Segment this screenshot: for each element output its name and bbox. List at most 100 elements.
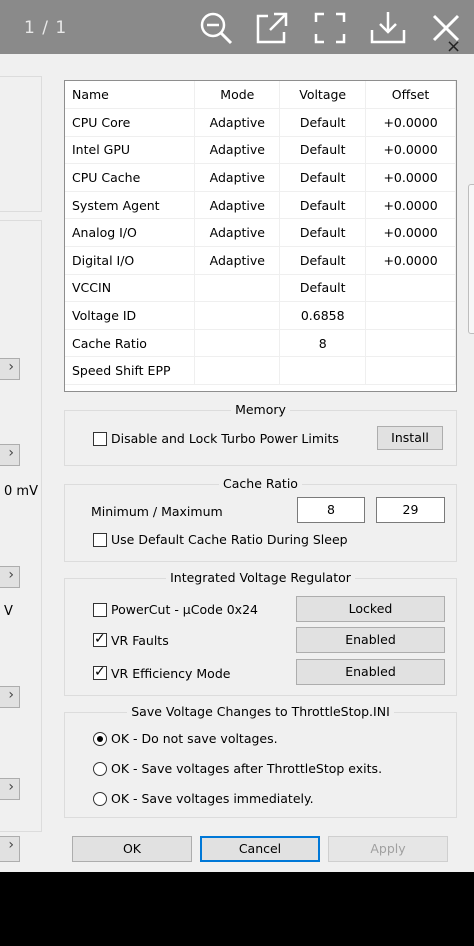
powercut-label: PowerCut - µCode 0x24 bbox=[111, 602, 258, 617]
voltage-table: Name Mode Voltage Offset CPU Core Adaptiv… bbox=[64, 80, 457, 392]
page-count: 1 / 1 bbox=[24, 18, 68, 38]
memory-group-title: Memory bbox=[231, 402, 290, 417]
table-row[interactable]: System Agent Adaptive Default +0.0000 bbox=[65, 191, 456, 220]
column-header-mode[interactable]: Mode bbox=[194, 81, 281, 110]
voltage-settings-window: × 0 mV V Name Mode Voltage Offset CPU Co… bbox=[0, 36, 474, 872]
cell-offset bbox=[365, 301, 456, 330]
left-stepper-button-2[interactable] bbox=[0, 444, 20, 466]
cache-ratio-group-title: Cache Ratio bbox=[219, 476, 302, 491]
cell-voltage bbox=[279, 356, 367, 386]
cell-name: Cache Ratio bbox=[65, 329, 196, 358]
cell-mode: Adaptive bbox=[194, 108, 281, 137]
cell-mode bbox=[194, 301, 281, 330]
cell-offset: +0.0000 bbox=[365, 136, 456, 165]
table-header-row: Name Mode Voltage Offset bbox=[65, 81, 456, 110]
table-row[interactable]: VCCIN Default bbox=[65, 274, 456, 303]
cell-name: CPU Cache bbox=[65, 163, 196, 192]
integrated-voltage-regulator-group: Integrated Voltage Regulator PowerCut - … bbox=[64, 570, 457, 696]
cache-ratio-min-input[interactable]: 8 bbox=[297, 497, 365, 523]
viewer-toolbar: 1 / 1 bbox=[0, 0, 474, 54]
cell-mode bbox=[194, 274, 281, 303]
vr-faults-status-button[interactable]: Enabled bbox=[296, 627, 445, 653]
cancel-button[interactable]: Cancel bbox=[200, 836, 320, 862]
cell-mode: Adaptive bbox=[194, 246, 281, 275]
column-header-name[interactable]: Name bbox=[65, 81, 196, 110]
cell-name: VCCIN bbox=[65, 274, 196, 303]
open-external-icon[interactable] bbox=[252, 8, 292, 48]
powercut-status-button[interactable]: Locked bbox=[296, 596, 445, 622]
cell-voltage: Default bbox=[279, 274, 367, 303]
disable-lock-turbo-label: Disable and Lock Turbo Power Limits bbox=[111, 431, 339, 446]
memory-group: Memory Disable and Lock Turbo Power Limi… bbox=[64, 402, 457, 466]
cell-voltage: Default bbox=[279, 218, 367, 248]
column-header-offset[interactable]: Offset bbox=[365, 81, 456, 110]
table-row[interactable]: CPU Core Adaptive Default +0.0000 bbox=[65, 108, 456, 137]
ok-button[interactable]: OK bbox=[72, 836, 192, 862]
cell-offset bbox=[365, 329, 456, 358]
table-row[interactable]: Digital I/O Adaptive Default +0.0000 bbox=[65, 246, 456, 275]
cell-mode: Adaptive bbox=[194, 163, 281, 192]
table-row[interactable]: Cache Ratio 8 bbox=[65, 329, 456, 358]
table-row[interactable]: Analog I/O Adaptive Default +0.0000 bbox=[65, 218, 456, 248]
table-row[interactable]: CPU Cache Adaptive Default +0.0000 bbox=[65, 163, 456, 192]
cell-offset: +0.0000 bbox=[365, 246, 456, 275]
use-default-cache-ratio-checkbox[interactable] bbox=[93, 533, 107, 547]
cell-offset: +0.0000 bbox=[365, 218, 456, 248]
save-option-label-2: OK - Save voltages immediately. bbox=[111, 791, 314, 806]
cell-offset: +0.0000 bbox=[365, 191, 456, 220]
vr-efficiency-status-button[interactable]: Enabled bbox=[296, 659, 445, 685]
cell-voltage: Default bbox=[279, 163, 367, 192]
fullscreen-icon[interactable] bbox=[310, 8, 350, 48]
cell-voltage: Default bbox=[279, 108, 367, 137]
cell-mode: Adaptive bbox=[194, 136, 281, 165]
left-stepper-button-3[interactable] bbox=[0, 566, 20, 588]
column-header-voltage[interactable]: Voltage bbox=[279, 81, 367, 110]
table-row[interactable]: Voltage ID 0.6858 bbox=[65, 301, 456, 330]
cell-offset bbox=[365, 356, 456, 386]
apply-button[interactable]: Apply bbox=[328, 836, 448, 862]
left-stepper-button-1[interactable] bbox=[0, 358, 20, 380]
cache-ratio-group: Cache Ratio Minimum / Maximum 8 29 Use D… bbox=[64, 476, 457, 562]
save-option-radio-1[interactable] bbox=[93, 762, 107, 776]
cell-voltage: Default bbox=[279, 136, 367, 165]
cell-name: Speed Shift EPP bbox=[65, 356, 196, 386]
download-icon[interactable] bbox=[368, 8, 408, 48]
cell-name: Intel GPU bbox=[65, 136, 196, 165]
cell-offset bbox=[365, 274, 456, 303]
table-row[interactable]: Intel GPU Adaptive Default +0.0000 bbox=[65, 136, 456, 165]
vr-faults-checkbox[interactable] bbox=[93, 631, 107, 647]
left-v-label: V bbox=[4, 604, 13, 619]
min-max-label: Minimum / Maximum bbox=[91, 504, 223, 519]
cell-offset: +0.0000 bbox=[365, 163, 456, 192]
cell-offset: +0.0000 bbox=[365, 108, 456, 137]
powercut-checkbox[interactable] bbox=[93, 603, 107, 617]
vr-efficiency-checkbox[interactable] bbox=[93, 664, 107, 680]
cache-ratio-max-input[interactable]: 29 bbox=[376, 497, 445, 523]
save-option-radio-2[interactable] bbox=[93, 792, 107, 806]
cell-mode: Adaptive bbox=[194, 191, 281, 220]
window-close-button[interactable]: × bbox=[446, 36, 461, 57]
disable-lock-turbo-checkbox[interactable] bbox=[93, 432, 107, 446]
zoom-out-icon[interactable] bbox=[196, 8, 236, 48]
save-group-title: Save Voltage Changes to ThrottleStop.INI bbox=[127, 704, 394, 719]
left-panel-fragment-top bbox=[0, 76, 42, 212]
left-stepper-button-4[interactable] bbox=[0, 686, 20, 708]
cell-mode bbox=[194, 356, 281, 386]
cell-mode bbox=[194, 329, 281, 358]
left-panel-fragment bbox=[0, 220, 42, 832]
save-option-radio-0[interactable] bbox=[93, 732, 107, 746]
scrollbar-thumb[interactable] bbox=[468, 184, 474, 334]
vr-faults-label: VR Faults bbox=[111, 633, 169, 648]
cell-name: CPU Core bbox=[65, 108, 196, 137]
left-clipped-button[interactable] bbox=[0, 836, 20, 862]
cell-mode: Adaptive bbox=[194, 218, 281, 248]
cell-voltage: 8 bbox=[279, 329, 367, 358]
cell-voltage: Default bbox=[279, 191, 367, 220]
cell-name: System Agent bbox=[65, 191, 196, 220]
install-button[interactable]: Install bbox=[377, 426, 443, 450]
cell-name: Analog I/O bbox=[65, 218, 196, 248]
cell-name: Voltage ID bbox=[65, 301, 196, 330]
table-row[interactable]: Speed Shift EPP bbox=[65, 356, 456, 386]
save-voltage-group: Save Voltage Changes to ThrottleStop.INI… bbox=[64, 704, 457, 818]
left-stepper-button-5[interactable] bbox=[0, 778, 20, 800]
